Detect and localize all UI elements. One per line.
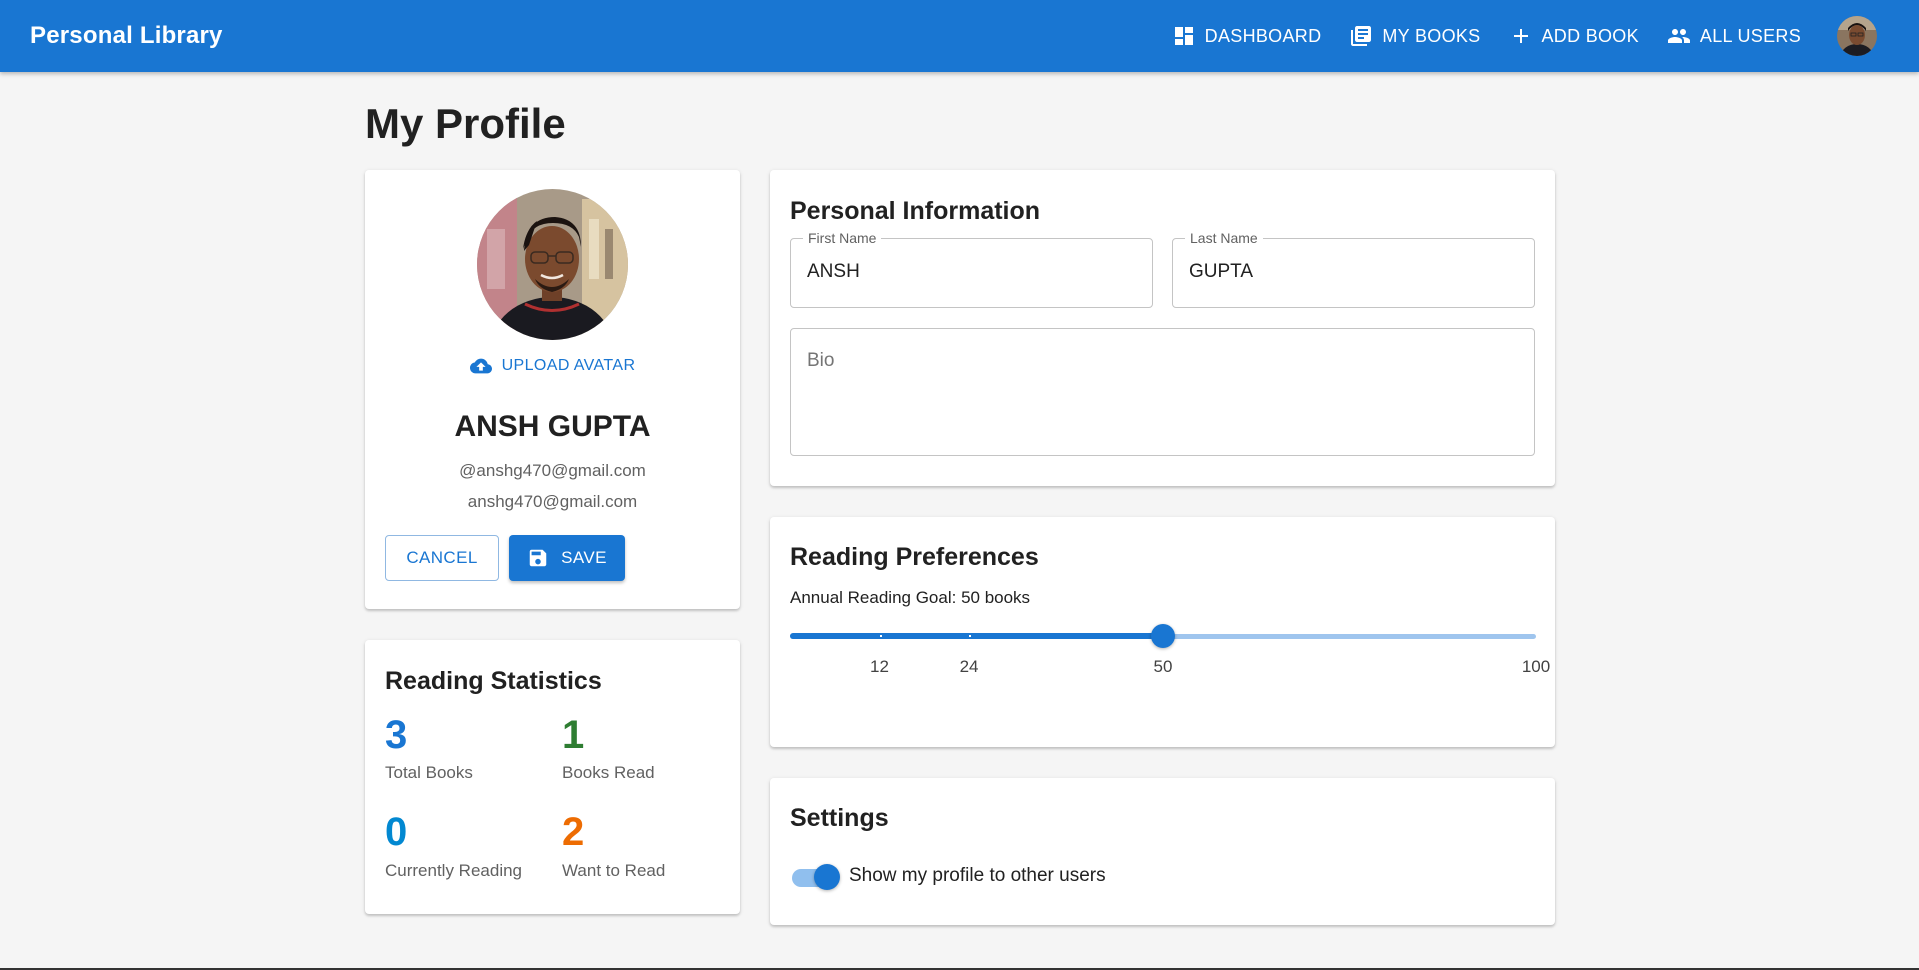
last-name-field[interactable]: Last Name GUPTA [1172, 230, 1535, 308]
show-profile-label: Show my profile to other users [849, 865, 1106, 886]
profile-avatar [477, 189, 628, 340]
first-name-field[interactable]: First Name ANSH [790, 230, 1153, 308]
save-button[interactable]: SAVE [509, 535, 625, 581]
bio-placeholder: Bio [807, 350, 835, 371]
nav-dashboard-label: DASHBOARD [1204, 25, 1322, 46]
plus-icon [1513, 29, 1528, 43]
nav-my-books[interactable]: MY BOOKS [1335, 16, 1494, 56]
stat-books-read-value: 1 [562, 713, 585, 757]
profile-photo [477, 189, 628, 340]
bio-field[interactable]: Bio [790, 328, 1535, 456]
last-name-label: Last Name [1185, 230, 1263, 246]
people-icon [1667, 29, 1690, 43]
stat-books-read-label: Books Read [562, 763, 655, 782]
slider-mark [969, 635, 972, 637]
annual-goal-label: Annual Reading Goal: 50 books [790, 588, 1031, 607]
cancel-button[interactable]: CANCEL [385, 535, 499, 581]
slider-mark-label: 50 [1153, 657, 1173, 676]
toggle-thumb [814, 864, 840, 890]
nav-my-books-label: MY BOOKS [1382, 25, 1481, 46]
profile-username: @anshg470@gmail.com [459, 461, 646, 480]
reading-preferences-card: Reading Preferences Annual Reading Goal:… [770, 517, 1555, 747]
personal-info-title: Personal Information [790, 197, 1041, 225]
stat-want-to-read-value: 2 [562, 810, 585, 854]
settings-title: Settings [790, 804, 889, 832]
upload-avatar-label: UPLOAD AVATAR [501, 357, 636, 374]
app-brand[interactable]: Personal Library [30, 22, 223, 50]
slider-mark-label: 100 [1521, 657, 1551, 676]
slider-mark-label: 12 [870, 657, 889, 676]
nav-add-book-label: ADD BOOK [1541, 25, 1639, 46]
slider-thumb[interactable] [1151, 624, 1175, 648]
avatar-image [1837, 16, 1877, 56]
reading-statistics-card: Reading Statistics 3 Total Books 1 Books… [365, 640, 740, 914]
nav-all-users[interactable]: ALL USERS [1653, 16, 1815, 56]
top-nav: DASHBOARD MY BOOKS ADD BOOK ALL USERS [1158, 16, 1889, 56]
slider-mark [879, 635, 882, 637]
profile-email: anshg470@gmail.com [467, 492, 638, 511]
first-name-value: ANSH [807, 261, 860, 282]
app-bar: Personal Library DASHBOARD MY BOOKS ADD … [0, 0, 1919, 72]
stat-total-books-value: 3 [385, 713, 408, 757]
nav-add-book[interactable]: ADD BOOK [1495, 16, 1653, 56]
annual-goal-slider[interactable] [790, 621, 1538, 651]
profile-card: UPLOAD AVATAR ANSH GUPTA @anshg470@gmail… [365, 170, 740, 609]
slider-track[interactable] [790, 633, 1163, 639]
last-name-value: GUPTA [1189, 261, 1254, 282]
nav-dashboard[interactable]: DASHBOARD [1158, 16, 1336, 56]
stat-currently-reading-label: Currently Reading [385, 861, 523, 880]
settings-card: Settings Show my profile to other users [770, 778, 1555, 925]
stat-currently-reading-value: 0 [385, 810, 408, 854]
slider-mark-label: 24 [959, 657, 979, 676]
personal-information-card: Personal Information First Name ANSH Las… [770, 170, 1555, 486]
upload-avatar-button[interactable]: UPLOAD AVATAR [365, 355, 740, 377]
stat-want-to-read-label: Want to Read [562, 861, 666, 880]
first-name-label: First Name [803, 230, 882, 246]
page-title: My Profile [365, 100, 566, 147]
profile-name: ANSH GUPTA [454, 410, 651, 443]
save-label: SAVE [561, 548, 607, 567]
nav-all-users-label: ALL USERS [1699, 25, 1801, 46]
dashboard-icon [1174, 27, 1193, 45]
save-icon [529, 549, 547, 567]
show-profile-toggle[interactable] [790, 862, 840, 890]
stats-title: Reading Statistics [385, 667, 602, 695]
stat-total-books-label: Total Books [385, 763, 473, 782]
library-books-icon [1351, 26, 1372, 46]
user-avatar-menu[interactable] [1837, 16, 1877, 56]
cloud-upload-icon [469, 358, 492, 374]
reading-prefs-title: Reading Preferences [790, 543, 1039, 571]
slider-mark [1536, 635, 1538, 637]
